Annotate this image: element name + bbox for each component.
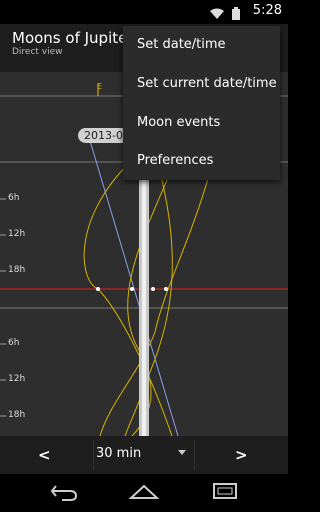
system-nav-bar xyxy=(0,474,288,512)
wifi-icon xyxy=(210,5,224,24)
hour-label: 18h xyxy=(8,410,26,420)
moon-orbit-europa xyxy=(127,161,176,436)
status-bar: 5:28 xyxy=(0,0,288,24)
menu-item-moon-events[interactable]: Moon events xyxy=(123,104,280,142)
previous-step-button[interactable]: < xyxy=(38,446,51,464)
moon-dot xyxy=(164,287,168,291)
dropdown-arrow-icon[interactable] xyxy=(178,450,186,455)
hour-label: 6h xyxy=(8,193,20,203)
hour-label: 6h xyxy=(8,338,20,348)
time-step-bar: < 30 min > xyxy=(0,436,288,474)
moon-dot xyxy=(130,287,134,291)
overflow-menu: Set date/time Set current date/time Moon… xyxy=(123,26,280,180)
moon-dot xyxy=(96,287,100,291)
divider xyxy=(194,440,195,470)
menu-item-set-date-time[interactable]: Set date/time xyxy=(123,26,280,64)
moon-marker-label: E xyxy=(97,82,103,91)
menu-item-preferences[interactable]: Preferences xyxy=(123,142,280,180)
next-step-button[interactable]: > xyxy=(235,446,248,464)
moon-dot xyxy=(151,287,155,291)
hour-label: 12h xyxy=(8,229,26,239)
recents-icon[interactable] xyxy=(212,482,240,506)
jupiter-band-highlight xyxy=(142,172,146,436)
home-icon[interactable] xyxy=(128,482,160,506)
moon-orbit-callisto xyxy=(99,171,211,436)
menu-item-set-current-date-time[interactable]: Set current date/time xyxy=(123,65,280,103)
app-title: Moons of Jupiter xyxy=(12,29,134,47)
status-time: 5:28 xyxy=(252,3,282,18)
hour-label: 12h xyxy=(8,374,26,384)
divider xyxy=(93,440,94,470)
view-subtitle[interactable]: Direct view xyxy=(12,47,63,57)
battery-icon xyxy=(232,5,240,24)
back-icon[interactable] xyxy=(50,482,78,506)
interval-select[interactable]: 30 min xyxy=(96,446,141,461)
hour-label: 18h xyxy=(8,265,26,275)
